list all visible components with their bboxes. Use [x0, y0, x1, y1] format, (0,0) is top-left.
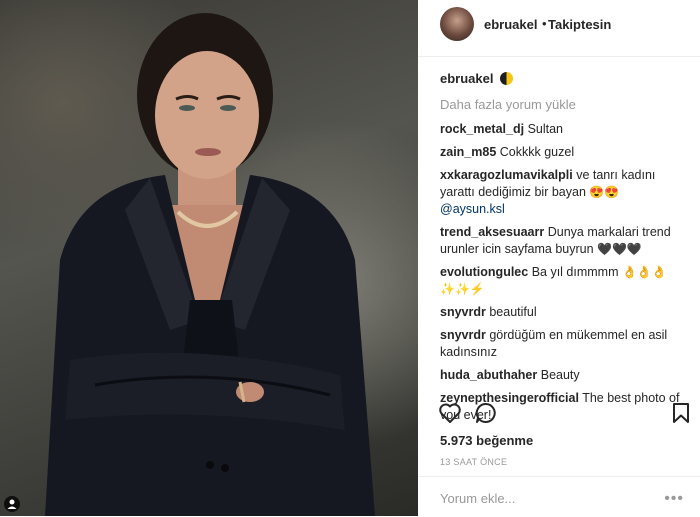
timestamp[interactable]: 13 SAAT ÖNCE [440, 457, 507, 467]
comment-item: zain_m85 Cokkkk guzel [440, 144, 692, 161]
more-options-icon[interactable]: ••• [664, 490, 684, 508]
comment-username[interactable]: trend_aksesuaarr [440, 225, 544, 239]
avatar[interactable] [440, 7, 474, 41]
comment-item: snyvrdr beautiful [440, 304, 692, 321]
comment-text: Beauty [540, 368, 580, 382]
moon-emoji-icon [500, 72, 514, 85]
post-photo[interactable] [0, 0, 418, 516]
caption: ebruakel [440, 70, 692, 87]
caption-username[interactable]: ebruakel [440, 71, 493, 86]
comment-icon[interactable] [474, 402, 498, 424]
load-more-comments-link[interactable]: Daha fazla yorum yükle [440, 97, 692, 112]
comment-username[interactable]: zain_m85 [440, 145, 496, 159]
likes-count[interactable]: 5.973 beğenme [440, 433, 533, 448]
post-header: ebruakel • Takiptesin [418, 0, 700, 57]
comment-username[interactable]: xxkaragozlumavikalpli [440, 168, 573, 182]
comment-item: huda_abuthaher Beauty [440, 367, 692, 384]
comment-text: Sultan [527, 122, 564, 136]
comment-username[interactable]: snyvrdr [440, 328, 486, 342]
header-username[interactable]: ebruakel [484, 17, 537, 32]
comment-username[interactable]: huda_abuthaher [440, 368, 537, 382]
comment-item: snyvrdr gördüğüm en mükemmel en asil kad… [440, 327, 692, 361]
comment-username[interactable]: snyvrdr [440, 305, 486, 319]
add-comment-bar: ••• [418, 476, 700, 517]
mention-link[interactable]: @aysun.ksl [440, 202, 505, 216]
add-comment-input[interactable] [438, 488, 642, 508]
header-separator: • [542, 16, 547, 31]
comment-username[interactable]: evolutiongulec [440, 265, 528, 279]
comment-text: Ba yıl dımmmm [531, 265, 619, 279]
comment-item: rock_metal_dj Sultan [440, 121, 692, 138]
follow-status[interactable]: Takiptesin [548, 17, 611, 32]
post-side-panel: ebruakel • Takiptesin ebruakel Daha fazl… [418, 0, 700, 516]
action-bar [418, 398, 700, 428]
comment-item: xxkaragozlumavikalpli ve tanrı kadını ya… [440, 167, 692, 218]
comment-item: trend_aksesuaarr Dunya markalari trend u… [440, 224, 692, 258]
heart-icon[interactable] [438, 402, 462, 424]
bookmark-icon[interactable] [672, 402, 690, 424]
woman-in-blazer-illustration [45, 13, 375, 516]
comment-text: beautiful [489, 305, 537, 319]
comment-text: Cokkkk guzel [499, 145, 575, 159]
black-heart-emoji: 🖤🖤🖤 [597, 242, 642, 256]
heart-eyes-emoji: 😍😍 [589, 185, 620, 199]
comment-item: evolutiongulec Ba yıl dımmmm 👌👌👌 ✨✨⚡ [440, 264, 692, 298]
tagged-user-icon[interactable] [4, 496, 20, 512]
comment-list: ebruakel Daha fazla yorum yükle rock_met… [440, 70, 692, 430]
comment-username[interactable]: rock_metal_dj [440, 122, 524, 136]
